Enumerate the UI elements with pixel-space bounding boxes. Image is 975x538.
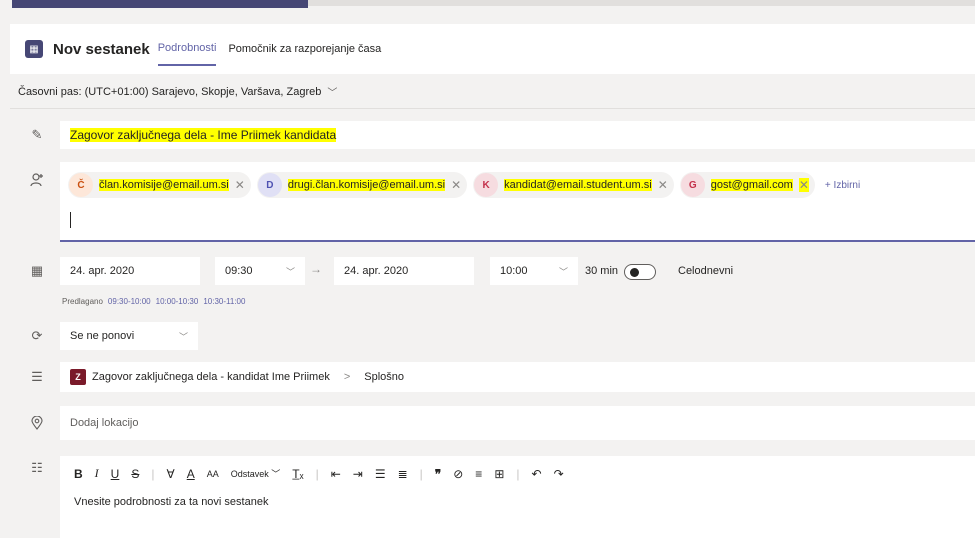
avatar: Č: [69, 173, 93, 197]
undo-icon[interactable]: ↶: [532, 467, 542, 481]
top-accent-strip: [12, 0, 308, 8]
quote-icon[interactable]: ❞: [435, 467, 441, 481]
start-time-value: 09:30: [225, 265, 253, 277]
strikethrough-icon[interactable]: S: [131, 467, 139, 481]
paragraph-label: Odstavek: [230, 469, 269, 479]
attendee-email: gost@gmail.com: [710, 179, 793, 191]
formatting-toolbar: B I U S | ∀ A AA Odstavek ﹀ T̲ₓ | ⇤ ⇥ ☰ …: [60, 456, 975, 491]
end-date-picker[interactable]: 24. apr. 2020: [334, 257, 474, 285]
timezone-label: Časovni pas: (UTC+01:00) Sarajevo, Skopj…: [18, 85, 322, 98]
meeting-header: ▦ Nov sestanek Podrobnosti Pomočnik za r…: [10, 24, 975, 74]
font-color-icon[interactable]: A: [187, 467, 195, 481]
team-name: Zagovor zaključnega dela - kandidat Ime …: [92, 371, 330, 383]
duration-label: 30 min: [585, 265, 619, 277]
chevron-down-icon: ﹀: [327, 88, 338, 99]
suggested-slot[interactable]: 09:30-10:00: [108, 297, 151, 306]
tab-scheduling-assistant[interactable]: Pomočnik za razporejanje časa: [228, 33, 381, 65]
add-person-icon: [29, 172, 45, 188]
location-placeholder: Dodaj lokacijo: [70, 417, 139, 429]
attendee-email: kandidat@email.student.um.si: [504, 179, 652, 191]
details-editor[interactable]: B I U S | ∀ A AA Odstavek ﹀ T̲ₓ | ⇤ ⇥ ☰ …: [60, 456, 975, 538]
meeting-title-value: Zagovor zaključnega dela - Ime Priimek k…: [70, 128, 337, 142]
start-date-value: 24. apr. 2020: [70, 265, 135, 277]
highlight-icon[interactable]: ∀: [166, 467, 174, 481]
suggested-slot[interactable]: 10:00-10:30: [156, 297, 199, 306]
bold-icon[interactable]: B: [74, 467, 83, 481]
add-optional-button[interactable]: + Izbirni: [825, 180, 860, 191]
channel-name: Splošno: [364, 371, 405, 383]
chevron-down-icon: ﹀: [558, 266, 568, 277]
attendee-chip[interactable]: G gost@gmail.com ✕: [679, 172, 815, 198]
suggested-times: Predlagano 09:30-10:00 10:00-10:30 10:30…: [62, 297, 245, 306]
calendar-icon: ▦: [30, 263, 44, 278]
timezone-selector[interactable]: Časovni pas: (UTC+01:00) Sarajevo, Skopj…: [18, 84, 338, 100]
font-size-icon[interactable]: AA: [207, 469, 219, 479]
attendee-chips: Č član.komisije@email.um.si ✕ D drugi.čl…: [60, 162, 975, 198]
close-icon[interactable]: ✕: [451, 178, 461, 192]
paragraph-dropdown[interactable]: Odstavek ﹀: [231, 467, 281, 480]
start-date-picker[interactable]: 24. apr. 2020: [60, 257, 200, 285]
avatar: K: [474, 173, 499, 197]
details-icon: ☷: [31, 460, 43, 475]
tab-details[interactable]: Podrobnosti: [157, 32, 217, 66]
text-caret: [70, 212, 71, 228]
toggle-knob: [630, 268, 639, 277]
link-icon[interactable]: ⊘: [453, 467, 463, 481]
separator: |: [151, 466, 155, 481]
suggested-label: Predlagano: [62, 297, 103, 306]
location-input[interactable]: Dodaj lokacijo: [60, 406, 975, 440]
attendee-chip[interactable]: Č član.komisije@email.um.si ✕: [68, 172, 251, 198]
avatar: G: [680, 173, 705, 197]
meeting-title-input[interactable]: Zagovor zaključnega dela - Ime Priimek k…: [60, 121, 975, 149]
indent-icon[interactable]: ⇥: [353, 467, 363, 481]
redo-icon[interactable]: ↷: [554, 467, 564, 481]
attendee-chip[interactable]: D drugi.član.komisije@email.um.si ✕: [256, 172, 468, 198]
italic-icon[interactable]: I: [95, 466, 99, 481]
attendee-email: član.komisije@email.um.si: [99, 179, 229, 191]
top-bar: [0, 0, 975, 14]
all-day-toggle[interactable]: [624, 264, 656, 280]
details-placeholder: Vnesite podrobnosti za ta novi sestanek: [74, 496, 269, 508]
table-icon[interactable]: ⊞: [494, 467, 504, 481]
chevron-right-icon: >: [343, 371, 351, 383]
numbered-list-icon[interactable]: ≣: [398, 467, 408, 481]
arrow-right-icon: →: [310, 262, 322, 276]
team-badge: Z: [70, 369, 86, 385]
separator: |: [419, 466, 423, 481]
attendees-input[interactable]: Č član.komisije@email.um.si ✕ D drugi.čl…: [60, 162, 975, 242]
calendar-icon: ▦: [25, 40, 43, 58]
all-day-label: Celodnevni: [678, 265, 734, 277]
pencil-icon: ✎: [31, 127, 43, 142]
chevron-down-icon: ﹀: [285, 266, 295, 277]
chevron-down-icon: ﹀: [178, 331, 188, 342]
horizontal-rule-icon[interactable]: ≡: [475, 467, 482, 481]
channel-icon: ☰: [31, 369, 43, 384]
top-bar-strip: [308, 0, 975, 6]
close-icon[interactable]: ✕: [658, 178, 668, 192]
page-title: Nov sestanek: [53, 40, 150, 58]
close-icon[interactable]: ✕: [235, 178, 245, 192]
separator: |: [516, 466, 520, 481]
attendee-chip[interactable]: K kandidat@email.student.um.si ✕: [473, 172, 674, 198]
bullet-list-icon[interactable]: ☰: [375, 467, 386, 481]
attendee-email: drugi.član.komisije@email.um.si: [287, 179, 446, 191]
separator: |: [315, 466, 319, 481]
outdent-icon[interactable]: ⇤: [331, 467, 341, 481]
recurrence-dropdown[interactable]: Se ne ponovi ﹀: [60, 322, 198, 350]
end-time-dropdown[interactable]: 10:00 ﹀: [490, 257, 578, 285]
repeat-icon: ⟳: [31, 328, 43, 343]
channel-selector[interactable]: Z Zagovor zaključnega dela - kandidat Im…: [60, 362, 975, 392]
avatar: D: [257, 173, 282, 197]
clear-formatting-icon[interactable]: T̲ₓ: [292, 467, 303, 481]
end-date-value: 24. apr. 2020: [344, 265, 409, 277]
end-time-value: 10:00: [500, 265, 528, 277]
suggested-slot[interactable]: 10:30-11:00: [203, 297, 245, 306]
underline-icon[interactable]: U: [111, 467, 120, 481]
divider: [10, 108, 975, 109]
start-time-dropdown[interactable]: 09:30 ﹀: [215, 257, 305, 285]
recurrence-value: Se ne ponovi: [70, 330, 135, 342]
location-icon: [29, 415, 45, 431]
close-icon[interactable]: ✕: [798, 178, 809, 192]
